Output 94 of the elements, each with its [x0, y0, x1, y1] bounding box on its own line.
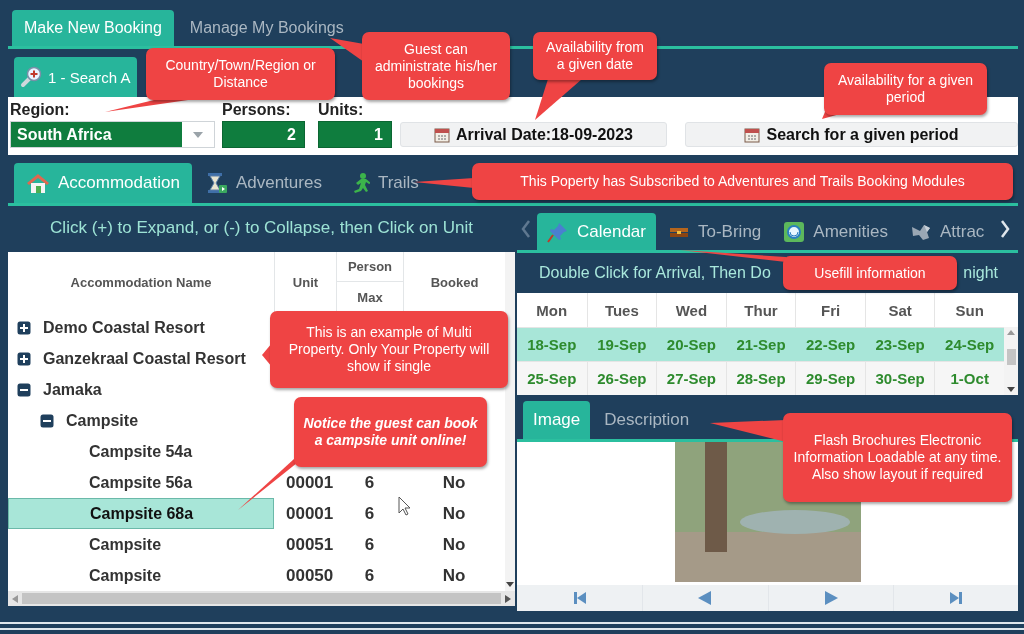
accommodation-name: Ganzekraal Coastal Resort — [43, 349, 246, 368]
column-header: Accommodation Name — [69, 273, 213, 292]
tree-item[interactable]: Campsite — [8, 405, 274, 436]
callout: Notice the guest can book a campsite unit online! — [294, 397, 487, 467]
date-cell[interactable]: 30-Sep — [864, 362, 935, 395]
booking-tab[interactable]: Manage My Bookings — [177, 10, 356, 46]
horizontal-scrollbar[interactable] — [8, 591, 515, 606]
date-cell[interactable]: 27-Sep — [656, 362, 726, 395]
instruction-text: night — [963, 264, 998, 282]
expand-icon[interactable] — [17, 351, 31, 366]
tree-item[interactable]: Campsite — [8, 529, 274, 560]
tree-item[interactable]: Campsite 54a — [8, 436, 274, 467]
scrollbar-thumb[interactable] — [1006, 349, 1016, 365]
unit-number: 00050 — [286, 565, 334, 586]
date-cell[interactable]: 1-Oct — [934, 362, 1004, 395]
booked-status: No — [442, 503, 466, 524]
accommodation-name: Campsite 68a — [90, 504, 194, 523]
expand-icon[interactable] — [17, 320, 31, 335]
module-tab[interactable]: Adventures — [193, 163, 334, 203]
hourglass-icon — [205, 172, 228, 194]
next-image-icon — [822, 590, 839, 606]
calendar-icon — [434, 126, 450, 143]
accommodation-name: Campsite — [89, 535, 162, 554]
booked-status: No — [442, 534, 466, 555]
info-tab[interactable]: Amenities — [773, 213, 898, 250]
scroll-up-icon[interactable] — [1007, 330, 1015, 335]
info-tab[interactable]: Attrac — [899, 213, 995, 250]
accommodation-name: Campsite — [66, 411, 139, 430]
collapse-icon[interactable] — [17, 382, 31, 397]
chevron-right-icon[interactable] — [1000, 220, 1011, 238]
accommodation-name: Jamaka — [43, 380, 102, 399]
accommodation-name: Campsite 56a — [89, 473, 193, 492]
caret-down-icon — [193, 131, 203, 138]
scroll-left-icon[interactable] — [12, 594, 18, 603]
vertical-scrollbar[interactable] — [1004, 327, 1018, 395]
vertical-scrollbar[interactable] — [505, 252, 515, 591]
zoom-in-icon — [20, 66, 42, 88]
unit-number: 00001 — [286, 503, 334, 524]
units-field[interactable]: 1 — [318, 121, 392, 148]
callout: This is an example of Multi Property. Only Your Property will show if single — [270, 311, 508, 388]
person-max: 6 — [364, 503, 375, 524]
scroll-down-icon[interactable] — [1007, 387, 1015, 392]
info-tab[interactable]: To-Bring — [658, 213, 772, 250]
unit-number: 00001 — [286, 472, 334, 493]
field-label: Units: — [318, 101, 364, 119]
date-cell[interactable]: 26-Sep — [586, 362, 657, 395]
persons-field[interactable]: 2 — [222, 121, 305, 148]
brochure-tab[interactable]: Description — [594, 401, 700, 439]
period-search-button[interactable]: Search for a given period — [685, 122, 1018, 147]
accommodation-name: Demo Coastal Resort — [43, 318, 205, 337]
tree-item[interactable]: Campsite 56a — [8, 467, 274, 498]
scroll-down-icon[interactable] — [506, 582, 514, 587]
previous-image-icon — [697, 590, 714, 606]
booked-status: No — [442, 472, 466, 493]
date-cell[interactable]: 25-Sep — [517, 362, 587, 395]
mouse-pointer-icon — [398, 496, 411, 516]
last-image-icon — [947, 590, 964, 606]
calendar-icon — [744, 126, 761, 143]
date-cell[interactable]: 28-Sep — [725, 362, 796, 395]
first-image-icon — [571, 590, 588, 606]
arrival-date-button[interactable]: Arrival Date:18-09-2023 — [400, 122, 667, 147]
column-header: Max — [356, 288, 384, 307]
column-header: Person — [337, 252, 403, 282]
booked-status: No — [442, 565, 466, 586]
callout: Flash Brochures Electronic Information Loadable at any time. Also show layout if required — [783, 413, 1012, 502]
scroll-right-icon[interactable] — [505, 594, 511, 603]
globe-icon — [783, 220, 806, 243]
module-tab[interactable]: Trails — [335, 163, 431, 203]
instruction-text: Double Click for Arrival, Then Do — [539, 264, 771, 282]
field-label: Region: — [10, 101, 70, 119]
date-cell[interactable]: 18-Sep — [517, 328, 587, 361]
scrollbar-thumb[interactable] — [22, 593, 501, 604]
weekday-header: Mon — [535, 300, 569, 321]
callout: Guest can administrate his/her bookings — [362, 32, 510, 100]
callout: Usefill information — [783, 256, 957, 290]
date-cell[interactable]: 29-Sep — [795, 362, 865, 395]
unit-number: 00051 — [286, 534, 334, 555]
instruction-text: Click (+) to Expand, or (-) to Collapse, then Click on Unit — [49, 217, 474, 239]
tree-item[interactable]: Campsite 68a — [8, 498, 274, 529]
house-icon — [26, 172, 50, 194]
tree-item[interactable]: Campsite — [8, 560, 274, 591]
field-label: Persons: — [222, 101, 291, 119]
person-max: 6 — [364, 472, 375, 493]
callout-pointer — [535, 79, 582, 120]
collapse-icon[interactable] — [40, 413, 54, 428]
accommodation-name: Campsite 54a — [89, 442, 193, 461]
callout: Availability for a given period — [824, 63, 987, 115]
person-max: 6 — [364, 565, 375, 586]
pushpin-icon — [547, 220, 569, 243]
person-max: 6 — [364, 534, 375, 555]
callout: This Poperty has Subscribed to Adventures and Trails Booking Modules — [472, 163, 1013, 200]
region-dropdown[interactable]: South Africa — [10, 121, 215, 148]
accommodation-name: Campsite — [89, 566, 162, 585]
chevron-left-icon[interactable] — [521, 220, 531, 238]
